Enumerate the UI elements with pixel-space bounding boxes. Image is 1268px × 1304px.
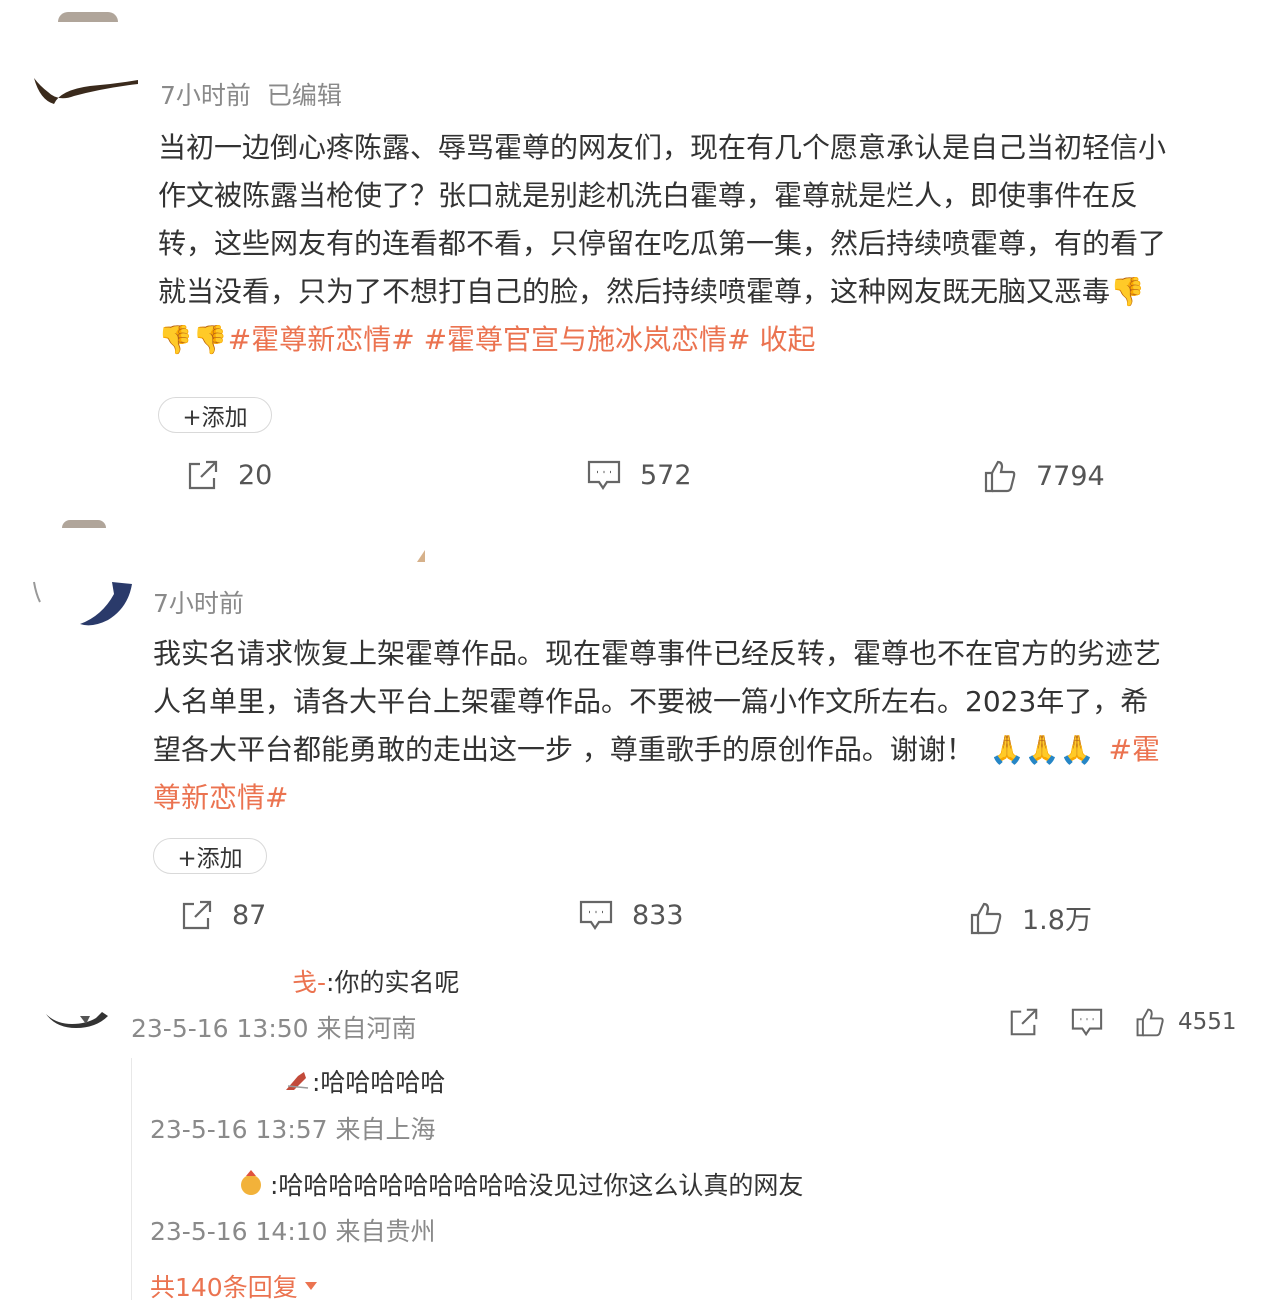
comment-line: 转，这些网友有的连看都不看，只停留在吃瓜第一集，然后持续喷霍尊，有的看了: [158, 227, 1167, 260]
hashtag-link[interactable]: #霍尊新恋情#: [228, 323, 415, 356]
thumbs-down-icon: 👎: [192, 323, 228, 356]
reply-meta: 23-5-16 14:10 来自贵州: [150, 1217, 436, 1246]
repost-count: 87: [232, 899, 267, 931]
like-icon: [984, 460, 1016, 493]
repost-button[interactable]: 87: [180, 898, 266, 932]
reply-meta: 23-5-16 13:57 来自上海: [150, 1115, 436, 1144]
reply-text: 戋-:你的实名呢: [292, 963, 459, 999]
add-button[interactable]: +添加: [158, 397, 272, 433]
avatar[interactable]: [34, 72, 138, 108]
edited-label: 已编辑: [266, 81, 342, 110]
comment-content: 当初一边倒心疼陈露、辱骂霍尊的网友们，现在有几个愿意承认是自己当初轻信小 作文被…: [158, 124, 1248, 364]
comment-icon: [587, 460, 621, 490]
comment-button[interactable]: 572: [586, 458, 692, 492]
thumbs-down-icon: 👎: [1110, 275, 1145, 308]
praying-hands-icon: 🙏: [1059, 733, 1095, 766]
avatar[interactable]: [46, 1010, 108, 1028]
comment-time: 7小时前: [160, 81, 251, 110]
decoration-fragment: [415, 548, 427, 564]
avatar-fragment-top: [62, 520, 106, 528]
caret-down-icon: [304, 1282, 317, 1290]
add-button[interactable]: +添加: [153, 838, 267, 874]
comment-icon: [579, 900, 613, 930]
repost-icon: [188, 460, 218, 490]
reply-username[interactable]: 戋-: [292, 968, 326, 997]
repost-icon: [182, 900, 212, 930]
reply-like-button[interactable]: 4551: [1134, 1006, 1237, 1038]
comment-meta: 7小时前 已编辑: [160, 76, 342, 112]
avatar-fragment-top: [58, 12, 118, 22]
comment-meta: 7小时前: [153, 584, 244, 620]
avatar[interactable]: [32, 580, 132, 628]
thumbs-down-icon: 👎: [158, 323, 193, 356]
hashtag-link[interactable]: #霍尊官宣与施冰岚恋情#: [424, 323, 751, 356]
like-button[interactable]: 1.8万: [968, 898, 1092, 937]
reply-comment-button[interactable]: [1070, 1006, 1104, 1042]
reply-thread-line: [131, 1058, 132, 1300]
like-button[interactable]: 7794: [982, 458, 1105, 494]
reply-meta: 23-5-16 13:50 来自河南: [131, 1014, 417, 1043]
reply-content: :哈哈哈哈哈: [312, 1068, 446, 1097]
like-count: 7794: [1036, 460, 1105, 492]
comment-line: 就当没看，只为了不想打自己的脸，然后持续喷霍尊，这种网友既无脑又恶毒: [158, 275, 1111, 308]
like-icon: [970, 902, 1002, 934]
like-icon: [1136, 1008, 1164, 1037]
hashtag-link[interactable]: 尊新恋情#: [153, 781, 288, 814]
comment-count: 833: [632, 899, 684, 931]
comment-line: 人名单里，请各大平台上架霍尊作品。不要被一篇小作文所左右。2023年了，希: [153, 685, 1149, 718]
reply-repost-button[interactable]: [1008, 1006, 1040, 1042]
collapse-link[interactable]: 收起: [759, 323, 815, 356]
repost-count: 20: [238, 459, 273, 491]
comment-content: 我实名请求恢复上架霍尊作品。现在霍尊事件已经反转，霍尊也不在官方的劣迹艺 人名单…: [153, 630, 1243, 822]
more-replies-link[interactable]: 共140条回复: [150, 1268, 318, 1304]
reply-avatar-fragment: [238, 1168, 264, 1196]
comment-count: 572: [640, 459, 692, 491]
more-replies-label: 共140条回复: [150, 1273, 298, 1302]
comment-line: 当初一边倒心疼陈露、辱骂霍尊的网友们，现在有几个愿意承认是自己当初轻信小: [158, 131, 1167, 164]
reply-like-count: 4551: [1178, 1009, 1237, 1035]
praying-hands-icon: 🙏: [989, 733, 1025, 766]
reply-content: :哈哈哈哈哈哈哈哈哈哈没见过你这么认真的网友: [270, 1171, 804, 1200]
repost-icon: [1010, 1008, 1038, 1036]
comment-button[interactable]: 833: [578, 898, 684, 932]
comment-line: 我实名请求恢复上架霍尊作品。现在霍尊事件已经反转，霍尊也不在官方的劣迹艺: [153, 637, 1162, 670]
repost-button[interactable]: 20: [186, 458, 272, 492]
hashtag-link[interactable]: #霍: [1109, 733, 1160, 766]
comment-line: 作文被陈露当枪使了？张口就是别趁机洗白霍尊，霍尊就是烂人，即使事件在反: [158, 179, 1139, 212]
reply-content: :你的实名呢: [326, 968, 460, 997]
comment-time: 7小时前: [153, 589, 244, 618]
praying-hands-icon: 🙏: [1024, 733, 1060, 766]
like-count: 1.8万: [1022, 905, 1092, 936]
reply-avatar-fragment: [284, 1070, 312, 1092]
comment-icon: [1071, 1008, 1103, 1037]
comment-line: 望各大平台都能勇敢的走出这一步 ，尊重歌手的原创作品。谢谢！: [153, 733, 974, 766]
